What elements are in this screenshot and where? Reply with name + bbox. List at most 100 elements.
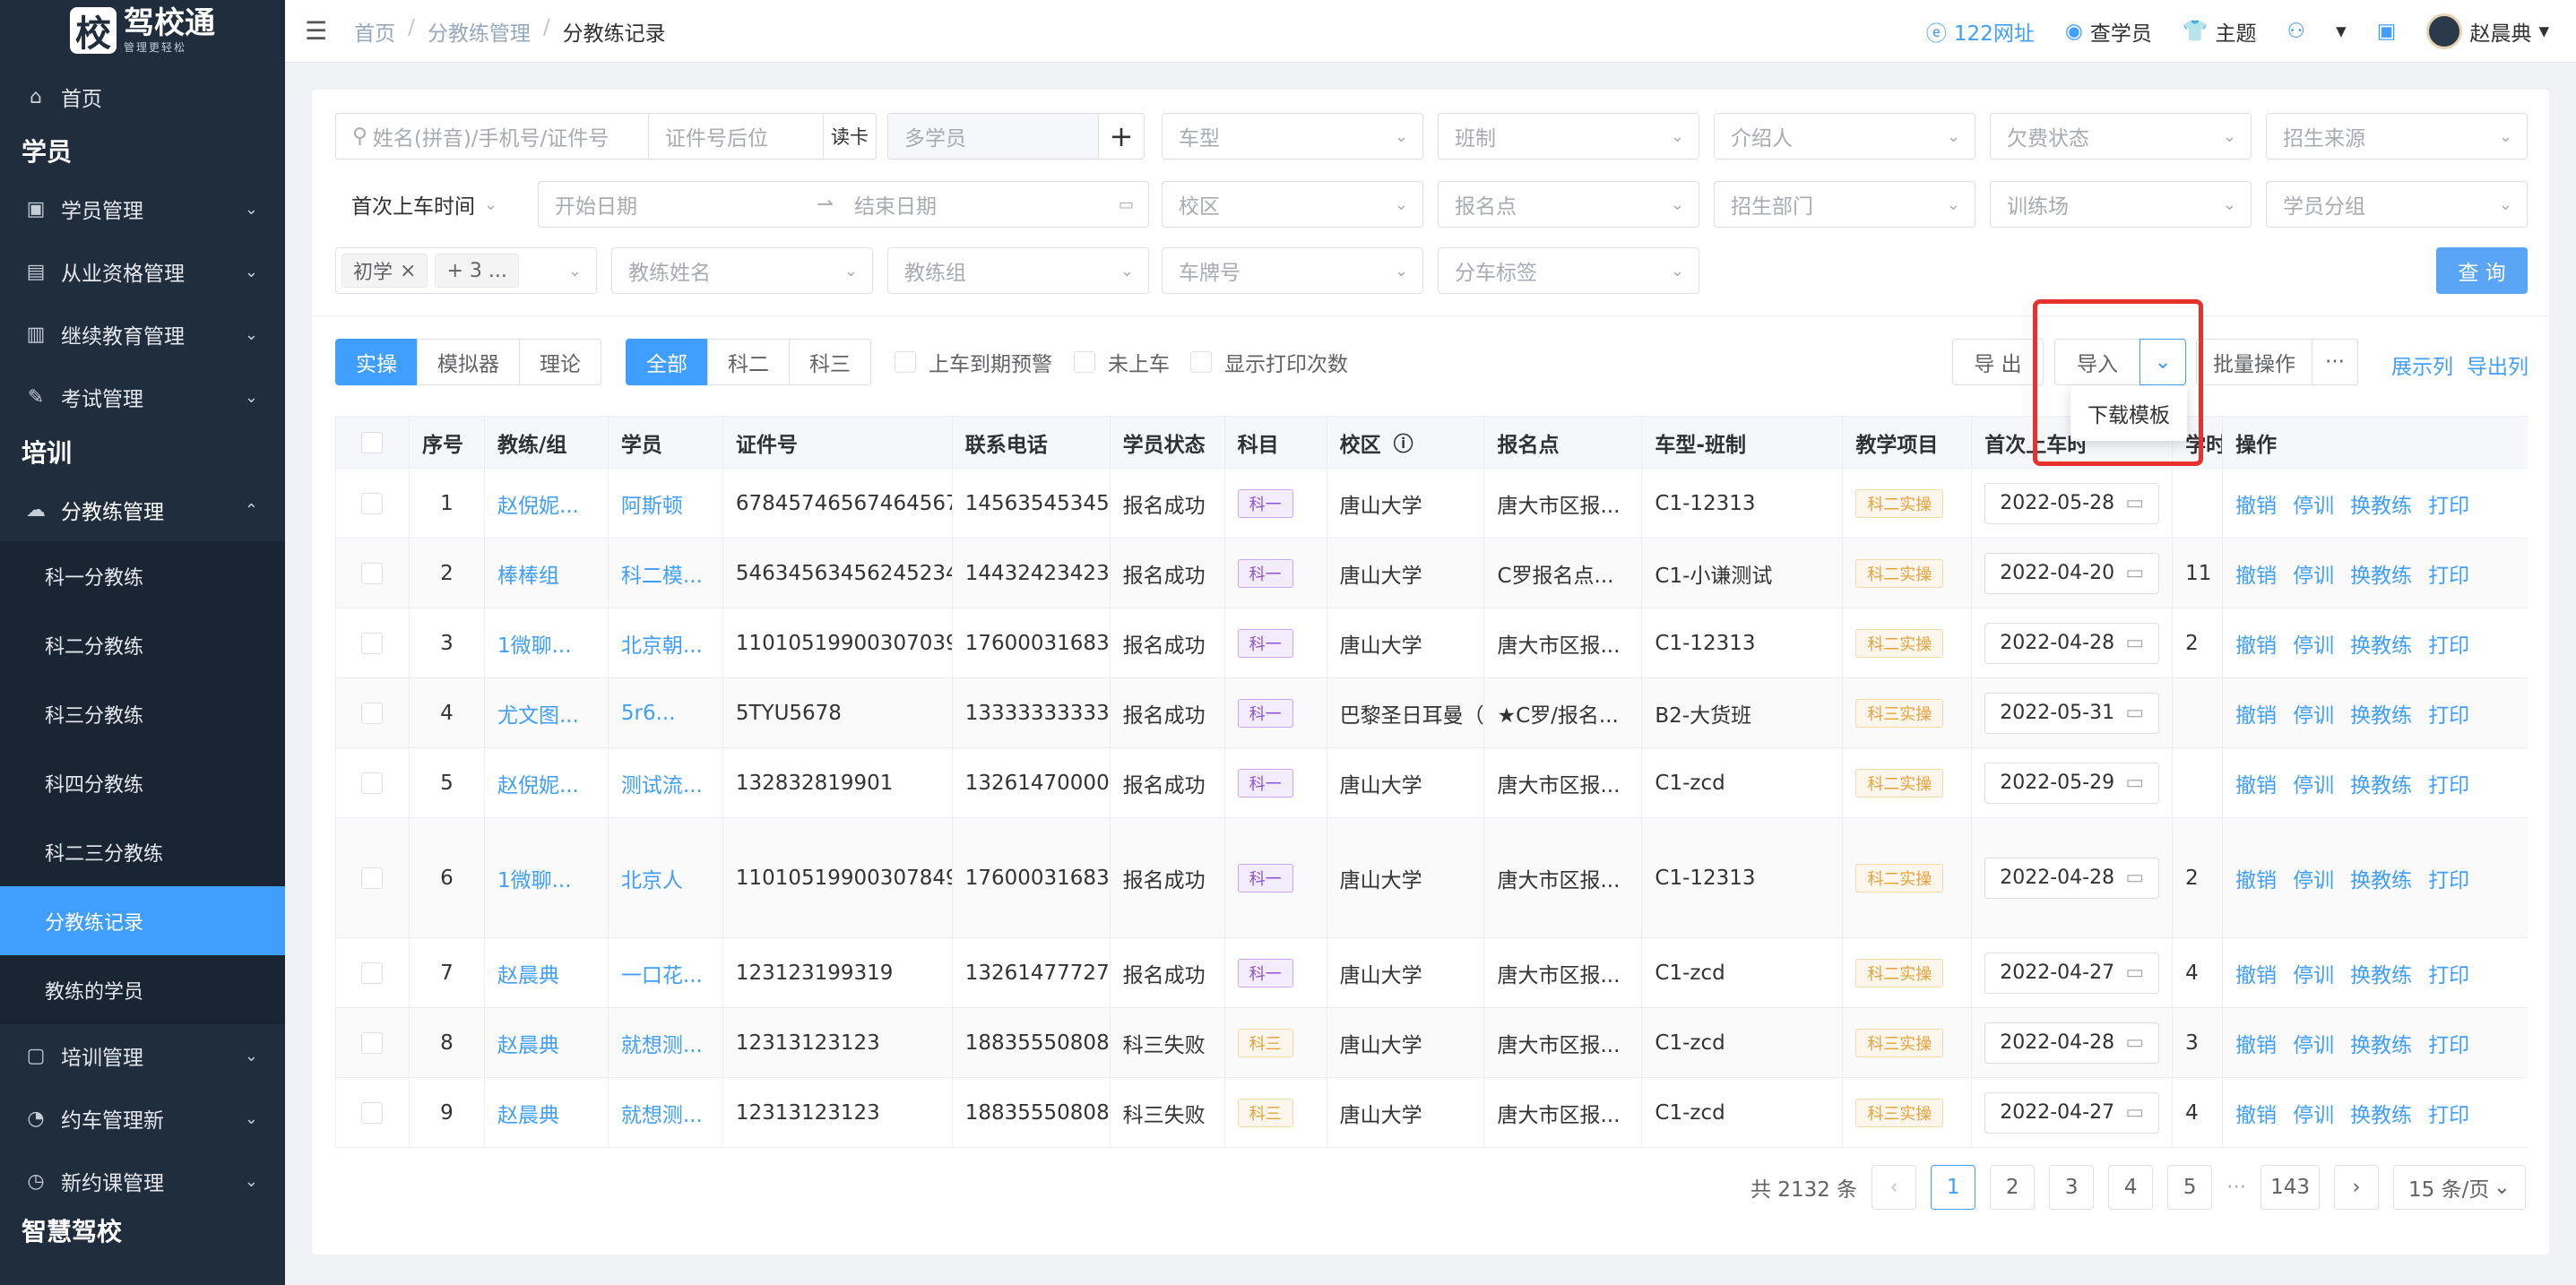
- print-link[interactable]: 打印: [2428, 958, 2469, 988]
- date-picker[interactable]: 2022-05-31 ▭: [1984, 692, 2160, 734]
- page-button[interactable]: 143: [2260, 1165, 2320, 1210]
- student-link[interactable]: 就想测...: [609, 1078, 723, 1147]
- student-link[interactable]: 测试流...: [609, 748, 723, 817]
- date-picker[interactable]: 2022-04-28 ▭: [1984, 622, 2160, 664]
- student-link[interactable]: 阿斯顿: [609, 469, 723, 538]
- suspend-link[interactable]: 停训: [2293, 488, 2334, 519]
- screen-icon[interactable]: ▣: [2377, 20, 2397, 43]
- show-print-count-checkbox[interactable]: 显示打印次数: [1190, 339, 1348, 385]
- student-link[interactable]: 一口花...: [609, 938, 723, 1007]
- student-link[interactable]: 科二模...: [609, 539, 723, 608]
- print-link[interactable]: 打印: [2428, 1098, 2469, 1128]
- student-link[interactable]: 北京人: [609, 818, 723, 937]
- row-checkbox[interactable]: [336, 1078, 410, 1147]
- print-link[interactable]: 打印: [2428, 698, 2469, 729]
- coach-link[interactable]: 尤文图...: [485, 678, 609, 747]
- change-coach-link[interactable]: 换教练: [2350, 958, 2412, 988]
- close-icon[interactable]: ×: [400, 260, 416, 282]
- suspend-link[interactable]: 停训: [2293, 698, 2334, 729]
- date-picker[interactable]: 2022-05-28 ▭: [1984, 482, 2160, 524]
- tab-simulator[interactable]: 模拟器: [417, 339, 520, 385]
- subject-tag-select[interactable]: 初学 × + 3 ... ⌄: [335, 247, 597, 294]
- revoke-link[interactable]: 撤销: [2235, 768, 2277, 798]
- sidebar-sub-item[interactable]: 科四分教练: [0, 748, 285, 817]
- print-link[interactable]: 打印: [2428, 863, 2469, 893]
- caret-down-icon[interactable]: ▾: [2336, 20, 2347, 43]
- suspend-link[interactable]: 停训: [2293, 958, 2334, 988]
- coach-link[interactable]: 赵晨典: [485, 938, 609, 1007]
- sidebar-sub-item[interactable]: 科一分教练: [0, 541, 285, 610]
- tab-theory[interactable]: 理论: [519, 339, 601, 385]
- app-logo[interactable]: 校 驾校通 管理更轻松: [0, 0, 285, 61]
- student-group-select[interactable]: 学员分组 ⌄: [2266, 181, 2528, 228]
- revoke-link[interactable]: 撤销: [2235, 628, 2277, 659]
- change-coach-link[interactable]: 换教练: [2350, 863, 2412, 893]
- introducer-select[interactable]: 介绍人 ⌄: [1714, 113, 1975, 160]
- coach-link[interactable]: 赵晨典: [485, 1078, 609, 1147]
- sidebar-item-booking[interactable]: ◔ 约车管理新 ⌄: [0, 1087, 285, 1150]
- sidebar-item-training[interactable]: ▢ 培训管理 ⌄: [0, 1024, 285, 1087]
- sidebar-item-home[interactable]: ⌂ 首页: [0, 61, 285, 133]
- page-button[interactable]: 4: [2108, 1165, 2154, 1210]
- date-picker[interactable]: 2022-04-20 ▭: [1984, 552, 2160, 594]
- row-checkbox[interactable]: [336, 818, 410, 937]
- sidebar-sub-item[interactable]: 教练的学员: [0, 955, 285, 1024]
- change-coach-link[interactable]: 换教练: [2350, 768, 2412, 798]
- not-boarded-checkbox[interactable]: 未上车: [1074, 339, 1170, 385]
- revoke-link[interactable]: 撤销: [2235, 1028, 2277, 1058]
- site-link[interactable]: ⓔ 122网址: [1926, 16, 2035, 47]
- read-card-button[interactable]: 读卡: [823, 113, 877, 160]
- export-button[interactable]: 导 出: [1952, 339, 2044, 385]
- time-type-select[interactable]: 首次上车时间 ⌄: [335, 181, 541, 228]
- suspend-link[interactable]: 停训: [2293, 768, 2334, 798]
- menu-toggle-icon[interactable]: ☰: [305, 16, 327, 46]
- page-button[interactable]: 3: [2049, 1165, 2095, 1210]
- coach-group-select[interactable]: 教练组 ⌄: [887, 247, 1149, 294]
- ellipsis[interactable]: ···: [2226, 1176, 2246, 1199]
- date-picker[interactable]: 2022-04-27 ▭: [1984, 952, 2160, 994]
- row-checkbox[interactable]: [336, 539, 410, 608]
- row-checkbox[interactable]: [336, 678, 410, 747]
- revoke-link[interactable]: 撤销: [2235, 1098, 2277, 1128]
- tab-subject2[interactable]: 科二: [707, 339, 790, 385]
- page-button[interactable]: 1: [1931, 1165, 1976, 1210]
- car-tag-select[interactable]: 分车标签 ⌄: [1438, 247, 1699, 294]
- more-icon[interactable]: ···: [2312, 339, 2358, 385]
- theme-link[interactable]: 👕 主题: [2183, 16, 2257, 47]
- suspend-link[interactable]: 停训: [2293, 1028, 2334, 1058]
- tab-all[interactable]: 全部: [626, 339, 708, 385]
- sidebar-item-student-manage[interactable]: ▣ 学员管理 ⌄: [0, 177, 285, 240]
- breadcrumb-item[interactable]: 分教练管理: [428, 16, 531, 47]
- date-picker[interactable]: 2022-05-29 ▭: [1984, 762, 2160, 804]
- row-checkbox[interactable]: [336, 1008, 410, 1077]
- tab-practice[interactable]: 实操: [335, 339, 418, 385]
- coach-link[interactable]: 赵倪妮...: [485, 469, 609, 538]
- print-link[interactable]: 打印: [2428, 628, 2469, 659]
- print-link[interactable]: 打印: [2428, 768, 2469, 798]
- row-checkbox[interactable]: [336, 469, 410, 538]
- row-checkbox[interactable]: [336, 748, 410, 817]
- coach-link[interactable]: 赵晨典: [485, 1008, 609, 1077]
- campus-select[interactable]: 校区 ⌄: [1162, 181, 1423, 228]
- change-coach-link[interactable]: 换教练: [2350, 1028, 2412, 1058]
- apps-icon[interactable]: ⚇: [2287, 20, 2306, 43]
- page-button[interactable]: 5: [2167, 1165, 2213, 1210]
- search-student-link[interactable]: ◉ 查学员: [2065, 16, 2152, 47]
- suspend-link[interactable]: 停训: [2293, 558, 2334, 589]
- change-coach-link[interactable]: 换教练: [2350, 698, 2412, 729]
- print-link[interactable]: 打印: [2428, 488, 2469, 519]
- query-button[interactable]: 查 询: [2436, 247, 2528, 294]
- revoke-link[interactable]: 撤销: [2235, 958, 2277, 988]
- prev-page-button[interactable]: ‹: [1871, 1165, 1917, 1210]
- suspend-link[interactable]: 停训: [2293, 1098, 2334, 1128]
- plate-select[interactable]: 车牌号 ⌄: [1162, 247, 1423, 294]
- coach-link[interactable]: 棒棒组: [485, 539, 609, 608]
- student-link[interactable]: 就想测...: [609, 1008, 723, 1077]
- print-link[interactable]: 打印: [2428, 1028, 2469, 1058]
- tab-subject3[interactable]: 科三: [789, 339, 871, 385]
- id-tail-input[interactable]: 证件号后位: [648, 113, 824, 160]
- show-columns-link[interactable]: 展示列: [2391, 349, 2453, 380]
- sidebar-item-continuing-edu[interactable]: ▥ 继续教育管理 ⌄: [0, 303, 285, 366]
- print-link[interactable]: 打印: [2428, 558, 2469, 589]
- change-coach-link[interactable]: 换教练: [2350, 558, 2412, 589]
